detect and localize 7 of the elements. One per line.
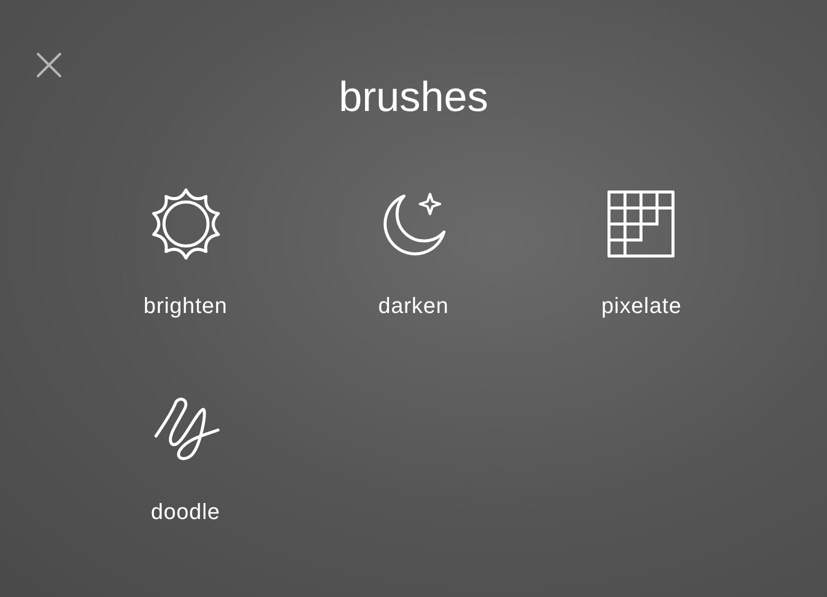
brush-button[interactable]: doodle bbox=[150, 392, 222, 526]
brush-button[interactable]: brighten bbox=[144, 186, 228, 320]
pixel-grid-icon bbox=[607, 190, 676, 258]
brush-button[interactable]: darken bbox=[378, 186, 450, 320]
brush-button[interactable]: pixelate bbox=[601, 186, 682, 320]
close-button[interactable] bbox=[34, 50, 64, 80]
page-title: brushes bbox=[338, 72, 488, 122]
